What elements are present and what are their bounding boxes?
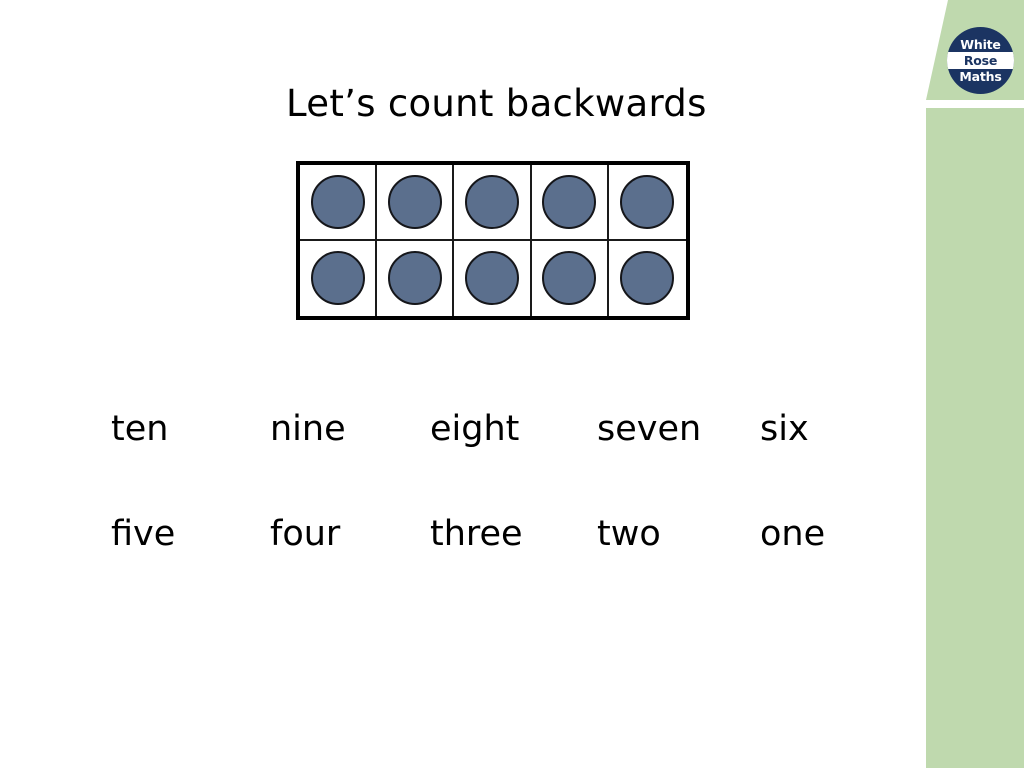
ten-frame-cell [377, 165, 455, 241]
number-word-eight: eight [430, 409, 520, 449]
number-word-ten: ten [111, 409, 169, 449]
green-accent-panel-bottom [926, 108, 1024, 768]
ten-frame-cell [300, 240, 378, 316]
counter-dot [542, 174, 597, 229]
ten-frame-cell [532, 240, 609, 316]
counter-dot [310, 251, 365, 306]
number-word-three: three [430, 514, 523, 554]
counter-dot [387, 174, 442, 229]
number-word-four: four [270, 514, 341, 554]
counter-dot [310, 174, 365, 229]
white-rose-maths-logo: White Rose Maths [947, 27, 1014, 94]
ten-frame-cell [454, 240, 532, 316]
counter-dot [620, 174, 675, 229]
counter-dot [620, 251, 675, 306]
number-word-five: five [111, 514, 176, 554]
ten-frame-cell [300, 165, 378, 241]
counter-dot [464, 174, 519, 229]
slide-canvas: White Rose Maths Let’s count backwards t… [0, 0, 1024, 768]
logo-text-maths: Maths [959, 69, 1002, 84]
ten-frame [296, 161, 690, 320]
ten-frame-cell [531, 165, 609, 241]
ten-frame-cell [377, 240, 455, 316]
logo-text-rose: Rose [963, 53, 998, 68]
number-word-two: two [597, 514, 661, 554]
number-word-row-ten-to-six: ten nine eight seven six [0, 406, 880, 452]
logo-text-white: White [960, 37, 1001, 52]
counter-dot [542, 251, 597, 306]
ten-frame-cell [609, 241, 686, 317]
number-word-nine: nine [270, 409, 346, 449]
number-word-six: six [760, 409, 809, 449]
slide-title: Let’s count backwards [286, 82, 707, 125]
counter-dot [387, 251, 442, 306]
ten-frame-cell [454, 165, 532, 241]
number-word-row-five-to-one: five four three two one [0, 511, 880, 557]
number-word-one: one [760, 514, 826, 554]
ten-frame-cell [608, 165, 686, 241]
counter-dot [464, 251, 519, 306]
number-word-seven: seven [597, 409, 702, 449]
